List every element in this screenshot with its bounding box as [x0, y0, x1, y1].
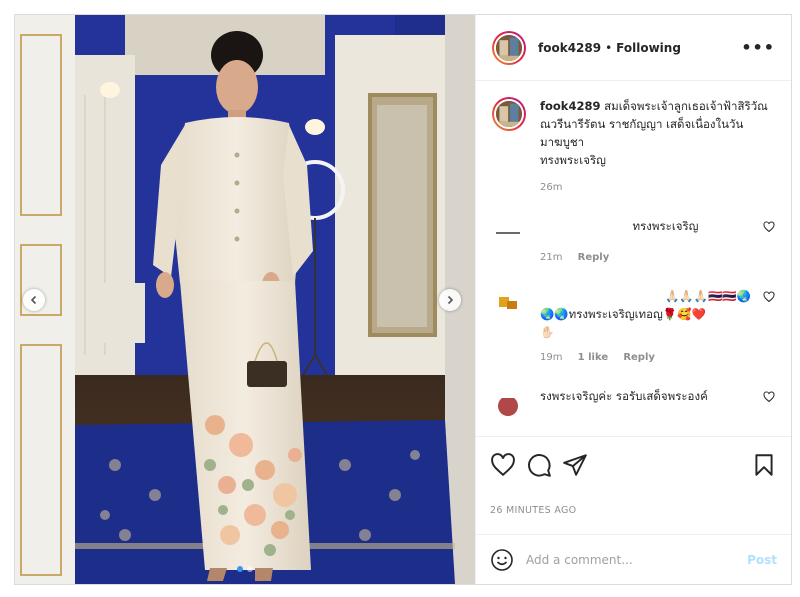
following-button[interactable]: Following: [616, 41, 681, 55]
comment-likes[interactable]: 1 like: [578, 352, 608, 363]
post-image: [15, 15, 475, 584]
post-actions: 26 MINUTES AGO: [476, 436, 791, 516]
post-photo[interactable]: [15, 15, 475, 584]
caption-username[interactable]: fook4289: [540, 99, 600, 113]
commenter-avatar[interactable]: [492, 217, 524, 249]
comment-text: ทรงพระเจริญ: [632, 219, 699, 233]
emoji-icon[interactable]: [490, 548, 514, 572]
carousel-dot: [247, 566, 253, 572]
comment-text-line: 🙏🏻🙏🏻🙏🏻🇹🇭🇹🇭🌏: [665, 289, 751, 303]
next-photo-button[interactable]: [439, 289, 461, 311]
comment-timestamp[interactable]: 19m: [540, 352, 562, 363]
add-comment-bar: Post: [476, 534, 791, 584]
carousel-indicator: [15, 566, 475, 572]
caption-timestamp[interactable]: 26m: [540, 182, 562, 193]
comment-bubble-icon[interactable]: [526, 452, 552, 478]
caption-meta: 26m: [540, 179, 775, 197]
action-icons: [490, 445, 777, 485]
comment-body: รงพระเจริญค่ะ รอรับเสด็จพระองค์: [540, 387, 775, 419]
comment-meta: 19m 1 like Reply: [540, 349, 751, 367]
comment-text: รงพระเจริญค่ะ รอรับเสด็จพระองค์: [540, 389, 708, 403]
avatar-image: [496, 34, 522, 61]
comment-body: 🙏🏻🙏🏻🙏🏻🇹🇭🇹🇭🌏 🌏🌏ทรงพระเจริญเทอญ🌹🥰❤️ ✋🏻 19m…: [540, 287, 775, 367]
avatar-image: [496, 232, 520, 234]
comment-meta: 21m Reply: [540, 249, 751, 267]
caption-subtext: ทรงพระเจริญ: [540, 153, 606, 167]
avatar-image: [499, 297, 517, 309]
commenter-avatar[interactable]: [492, 287, 524, 319]
like-heart-icon[interactable]: [490, 452, 516, 478]
caption: fook4289 สมเด็จพระเจ้าลูกเธอเจ้าฟ้าสิริว…: [492, 97, 775, 197]
commenter-avatar[interactable]: [492, 387, 524, 419]
reply-button[interactable]: Reply: [623, 352, 655, 363]
avatar[interactable]: [492, 97, 526, 131]
username-link[interactable]: fook4289: [538, 41, 601, 55]
bookmark-icon[interactable]: [751, 452, 777, 478]
avatar[interactable]: [492, 30, 526, 65]
chevron-right-icon: [447, 295, 454, 305]
more-options-button[interactable]: •••: [741, 38, 775, 57]
comment-text-line: 🌏🌏ทรงพระเจริญเทอญ🌹🥰❤️: [540, 307, 706, 321]
avatar-image: [496, 101, 522, 127]
like-comment-heart-icon[interactable]: [763, 221, 775, 233]
comment-input[interactable]: [526, 552, 748, 567]
reply-button[interactable]: Reply: [578, 252, 610, 263]
like-comment-heart-icon[interactable]: [763, 291, 775, 303]
comment-item: ทรงพระเจริญ 21m Reply: [492, 217, 775, 267]
caption-body: fook4289 สมเด็จพระเจ้าลูกเธอเจ้าฟ้าสิริว…: [540, 97, 775, 197]
post-time-ago[interactable]: 26 MINUTES AGO: [490, 505, 777, 516]
comment-item: รงพระเจริญค่ะ รอรับเสด็จพระองค์: [492, 387, 775, 419]
comments-list[interactable]: fook4289 สมเด็จพระเจ้าลูกเธอเจ้าฟ้าสิริว…: [476, 81, 791, 436]
previous-photo-button[interactable]: [23, 289, 45, 311]
carousel-dot: [237, 566, 243, 572]
comment-item: 🙏🏻🙏🏻🙏🏻🇹🇭🇹🇭🌏 🌏🌏ทรงพระเจริญเทอญ🌹🥰❤️ ✋🏻 19m…: [492, 287, 775, 367]
separator-dot: •: [605, 40, 613, 55]
instagram-post: fook4289 • Following ••• fook4289 สมเด็จ…: [14, 14, 792, 585]
post-comment-button[interactable]: Post: [747, 553, 777, 567]
like-comment-heart-icon[interactable]: [763, 391, 775, 403]
comment-timestamp[interactable]: 21m: [540, 252, 562, 263]
post-header: fook4289 • Following •••: [476, 15, 791, 81]
chevron-left-icon: [30, 295, 37, 305]
share-paper-plane-icon[interactable]: [562, 452, 588, 478]
comment-body: ทรงพระเจริญ 21m Reply: [540, 217, 775, 267]
avatar-image: [495, 390, 521, 416]
post-side-panel: fook4289 • Following ••• fook4289 สมเด็จ…: [475, 15, 791, 584]
comment-text-line: ✋🏻: [540, 325, 555, 339]
